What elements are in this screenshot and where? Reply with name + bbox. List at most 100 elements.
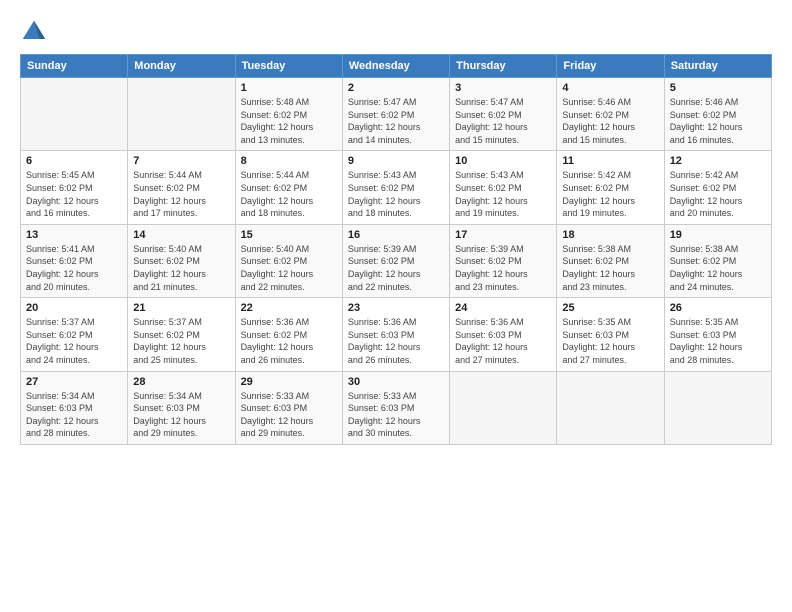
col-header-monday: Monday <box>128 55 235 78</box>
calendar-cell: 26 Sunrise: 5:35 AM Sunset: 6:03 PM Dayli… <box>664 298 771 371</box>
day-number: 29 <box>241 376 337 388</box>
day-info: Sunrise: 5:35 AM Sunset: 6:03 PM Dayligh… <box>670 316 766 366</box>
day-number: 8 <box>241 155 337 167</box>
day-info: Sunrise: 5:42 AM Sunset: 6:02 PM Dayligh… <box>670 169 766 219</box>
calendar-cell: 29 Sunrise: 5:33 AM Sunset: 6:03 PM Dayli… <box>235 371 342 444</box>
day-info: Sunrise: 5:46 AM Sunset: 6:02 PM Dayligh… <box>562 96 658 146</box>
day-info: Sunrise: 5:40 AM Sunset: 6:02 PM Dayligh… <box>241 243 337 293</box>
calendar-cell <box>21 78 128 151</box>
day-number: 19 <box>670 229 766 241</box>
calendar-cell: 7 Sunrise: 5:44 AM Sunset: 6:02 PM Daylig… <box>128 151 235 224</box>
calendar-cell: 16 Sunrise: 5:39 AM Sunset: 6:02 PM Dayli… <box>342 224 449 297</box>
col-header-friday: Friday <box>557 55 664 78</box>
calendar-cell: 23 Sunrise: 5:36 AM Sunset: 6:03 PM Dayli… <box>342 298 449 371</box>
day-number: 6 <box>26 155 122 167</box>
day-info: Sunrise: 5:41 AM Sunset: 6:02 PM Dayligh… <box>26 243 122 293</box>
calendar-cell: 17 Sunrise: 5:39 AM Sunset: 6:02 PM Dayli… <box>450 224 557 297</box>
day-number: 20 <box>26 302 122 314</box>
calendar-cell: 20 Sunrise: 5:37 AM Sunset: 6:02 PM Dayli… <box>21 298 128 371</box>
day-number: 25 <box>562 302 658 314</box>
calendar-cell: 12 Sunrise: 5:42 AM Sunset: 6:02 PM Dayli… <box>664 151 771 224</box>
day-info: Sunrise: 5:48 AM Sunset: 6:02 PM Dayligh… <box>241 96 337 146</box>
calendar-cell: 13 Sunrise: 5:41 AM Sunset: 6:02 PM Dayli… <box>21 224 128 297</box>
day-info: Sunrise: 5:42 AM Sunset: 6:02 PM Dayligh… <box>562 169 658 219</box>
calendar-table: SundayMondayTuesdayWednesdayThursdayFrid… <box>20 54 772 445</box>
col-header-tuesday: Tuesday <box>235 55 342 78</box>
calendar-cell: 5 Sunrise: 5:46 AM Sunset: 6:02 PM Daylig… <box>664 78 771 151</box>
day-info: Sunrise: 5:36 AM Sunset: 6:03 PM Dayligh… <box>348 316 444 366</box>
day-number: 12 <box>670 155 766 167</box>
day-number: 30 <box>348 376 444 388</box>
day-info: Sunrise: 5:39 AM Sunset: 6:02 PM Dayligh… <box>348 243 444 293</box>
calendar-cell: 24 Sunrise: 5:36 AM Sunset: 6:03 PM Dayli… <box>450 298 557 371</box>
day-info: Sunrise: 5:43 AM Sunset: 6:02 PM Dayligh… <box>348 169 444 219</box>
calendar-cell <box>557 371 664 444</box>
logo-icon <box>20 18 48 46</box>
day-info: Sunrise: 5:37 AM Sunset: 6:02 PM Dayligh… <box>133 316 229 366</box>
day-info: Sunrise: 5:38 AM Sunset: 6:02 PM Dayligh… <box>670 243 766 293</box>
calendar-header-row: SundayMondayTuesdayWednesdayThursdayFrid… <box>21 55 772 78</box>
day-number: 23 <box>348 302 444 314</box>
day-number: 5 <box>670 82 766 94</box>
day-number: 13 <box>26 229 122 241</box>
calendar-cell: 2 Sunrise: 5:47 AM Sunset: 6:02 PM Daylig… <box>342 78 449 151</box>
day-info: Sunrise: 5:40 AM Sunset: 6:02 PM Dayligh… <box>133 243 229 293</box>
calendar-cell <box>450 371 557 444</box>
day-number: 28 <box>133 376 229 388</box>
day-number: 16 <box>348 229 444 241</box>
calendar-cell <box>128 78 235 151</box>
calendar-cell: 6Sunrise: 5:45 AM Sunset: 6:02 PM Daylig… <box>21 151 128 224</box>
calendar-cell: 15 Sunrise: 5:40 AM Sunset: 6:02 PM Dayli… <box>235 224 342 297</box>
calendar-cell: 1Sunrise: 5:48 AM Sunset: 6:02 PM Daylig… <box>235 78 342 151</box>
calendar-week-0: 1Sunrise: 5:48 AM Sunset: 6:02 PM Daylig… <box>21 78 772 151</box>
day-info: Sunrise: 5:36 AM Sunset: 6:03 PM Dayligh… <box>455 316 551 366</box>
calendar-cell: 28 Sunrise: 5:34 AM Sunset: 6:03 PM Dayli… <box>128 371 235 444</box>
calendar-cell: 25Sunrise: 5:35 AM Sunset: 6:03 PM Dayli… <box>557 298 664 371</box>
day-number: 24 <box>455 302 551 314</box>
day-number: 4 <box>562 82 658 94</box>
day-number: 10 <box>455 155 551 167</box>
calendar-cell: 8Sunrise: 5:44 AM Sunset: 6:02 PM Daylig… <box>235 151 342 224</box>
calendar-cell: 27Sunrise: 5:34 AM Sunset: 6:03 PM Dayli… <box>21 371 128 444</box>
calendar-week-2: 13 Sunrise: 5:41 AM Sunset: 6:02 PM Dayli… <box>21 224 772 297</box>
day-info: Sunrise: 5:37 AM Sunset: 6:02 PM Dayligh… <box>26 316 122 366</box>
calendar-cell: 22 Sunrise: 5:36 AM Sunset: 6:02 PM Dayli… <box>235 298 342 371</box>
day-info: Sunrise: 5:44 AM Sunset: 6:02 PM Dayligh… <box>133 169 229 219</box>
day-number: 7 <box>133 155 229 167</box>
day-number: 22 <box>241 302 337 314</box>
col-header-wednesday: Wednesday <box>342 55 449 78</box>
day-number: 17 <box>455 229 551 241</box>
calendar-cell: 4 Sunrise: 5:46 AM Sunset: 6:02 PM Daylig… <box>557 78 664 151</box>
day-info: Sunrise: 5:46 AM Sunset: 6:02 PM Dayligh… <box>670 96 766 146</box>
calendar-cell: 14 Sunrise: 5:40 AM Sunset: 6:02 PM Dayli… <box>128 224 235 297</box>
day-number: 2 <box>348 82 444 94</box>
day-info: Sunrise: 5:39 AM Sunset: 6:02 PM Dayligh… <box>455 243 551 293</box>
day-number: 18 <box>562 229 658 241</box>
day-number: 14 <box>133 229 229 241</box>
calendar-cell <box>664 371 771 444</box>
day-number: 26 <box>670 302 766 314</box>
day-info: Sunrise: 5:34 AM Sunset: 6:03 PM Dayligh… <box>133 390 229 440</box>
calendar-cell: 18 Sunrise: 5:38 AM Sunset: 6:02 PM Dayli… <box>557 224 664 297</box>
calendar-cell: 10Sunrise: 5:43 AM Sunset: 6:02 PM Dayli… <box>450 151 557 224</box>
calendar-cell: 11Sunrise: 5:42 AM Sunset: 6:02 PM Dayli… <box>557 151 664 224</box>
calendar-week-3: 20 Sunrise: 5:37 AM Sunset: 6:02 PM Dayli… <box>21 298 772 371</box>
col-header-thursday: Thursday <box>450 55 557 78</box>
logo <box>20 18 52 46</box>
day-info: Sunrise: 5:34 AM Sunset: 6:03 PM Dayligh… <box>26 390 122 440</box>
calendar-week-1: 6Sunrise: 5:45 AM Sunset: 6:02 PM Daylig… <box>21 151 772 224</box>
day-info: Sunrise: 5:47 AM Sunset: 6:02 PM Dayligh… <box>455 96 551 146</box>
col-header-sunday: Sunday <box>21 55 128 78</box>
day-number: 21 <box>133 302 229 314</box>
day-info: Sunrise: 5:47 AM Sunset: 6:02 PM Dayligh… <box>348 96 444 146</box>
day-number: 9 <box>348 155 444 167</box>
calendar-cell: 19 Sunrise: 5:38 AM Sunset: 6:02 PM Dayli… <box>664 224 771 297</box>
day-info: Sunrise: 5:33 AM Sunset: 6:03 PM Dayligh… <box>241 390 337 440</box>
day-number: 3 <box>455 82 551 94</box>
day-info: Sunrise: 5:38 AM Sunset: 6:02 PM Dayligh… <box>562 243 658 293</box>
day-number: 15 <box>241 229 337 241</box>
day-info: Sunrise: 5:36 AM Sunset: 6:02 PM Dayligh… <box>241 316 337 366</box>
page: SundayMondayTuesdayWednesdayThursdayFrid… <box>0 0 792 612</box>
day-info: Sunrise: 5:33 AM Sunset: 6:03 PM Dayligh… <box>348 390 444 440</box>
header <box>20 18 772 46</box>
